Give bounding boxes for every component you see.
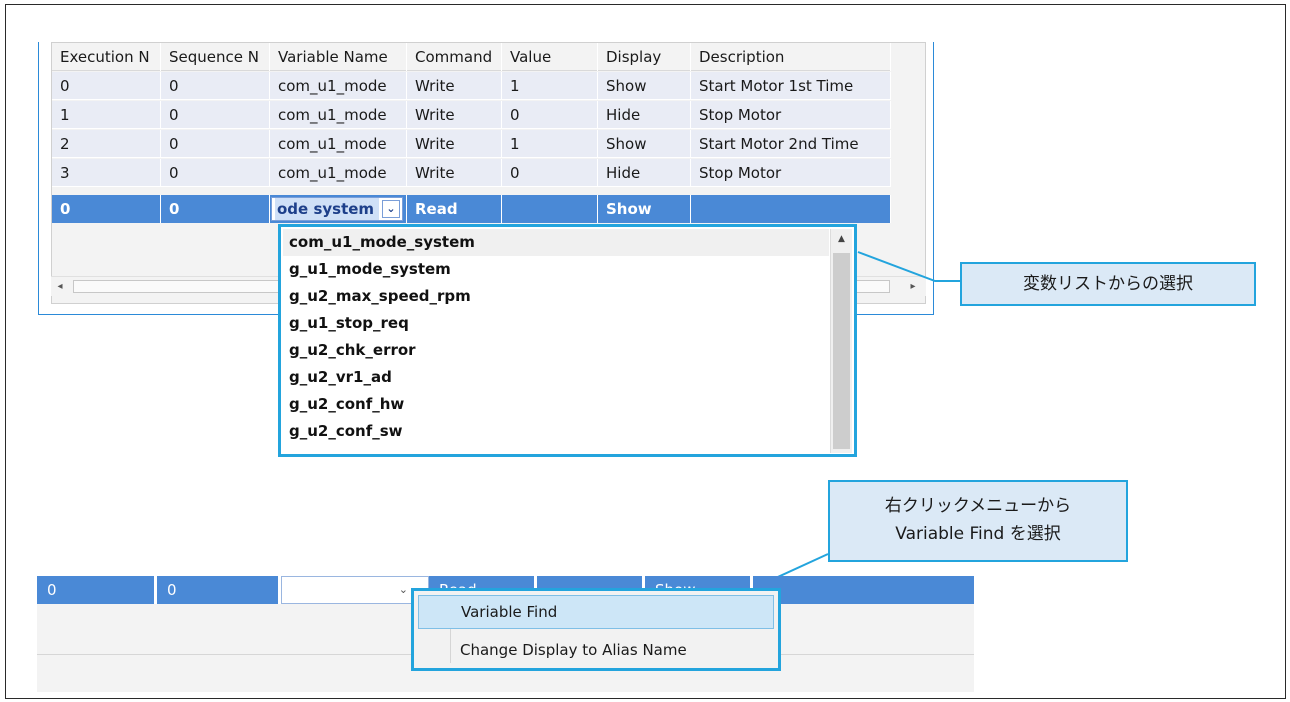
cell-command[interactable]: Read	[407, 195, 502, 223]
cell-variable-name[interactable]: com_u1_mode	[270, 159, 407, 187]
cell-display[interactable]: Hide	[598, 101, 691, 129]
cell-command[interactable]: Write	[407, 159, 502, 187]
cell-display[interactable]: Show	[598, 195, 691, 223]
scroll-right-icon[interactable]: ▸	[904, 278, 922, 296]
scrollbar-thumb[interactable]	[833, 253, 850, 449]
cell-execution[interactable]: 2	[52, 130, 161, 158]
menu-item-change-display-alias[interactable]: Change Display to Alias Name	[418, 633, 774, 667]
selected-table-row[interactable]: 0 0 ode system ⌄ Read Show	[52, 195, 891, 223]
column-header-execution[interactable]: Execution N	[52, 43, 161, 71]
table-row[interactable]: 0 0 com_u1_mode Write 1 Show Start Motor…	[52, 72, 891, 100]
cell-execution[interactable]: 0	[52, 195, 161, 223]
context-menu: Variable Find Change Display to Alias Na…	[411, 588, 781, 671]
cell-command[interactable]: Write	[407, 101, 502, 129]
cell-execution[interactable]: 0	[37, 576, 157, 604]
cell-command[interactable]: Write	[407, 72, 502, 100]
cell-display[interactable]: Hide	[598, 159, 691, 187]
callout-right-click-line2: Variable Find を選択	[895, 524, 1061, 544]
cell-description[interactable]: Stop Motor	[691, 159, 891, 187]
cell-value[interactable]: 1	[502, 130, 598, 158]
variable-name-combobox[interactable]: ode system ⌄	[271, 197, 403, 221]
callout-right-click-menu: 右クリックメニューから Variable Find を選択	[828, 480, 1128, 562]
cell-display[interactable]: Show	[598, 72, 691, 100]
dropdown-option[interactable]: g_u2_chk_error	[283, 337, 829, 364]
cell-value[interactable]: 0	[502, 159, 598, 187]
dropdown-option[interactable]: g_u1_stop_req	[283, 310, 829, 337]
cell-command[interactable]: Write	[407, 130, 502, 158]
cell-description[interactable]: Start Motor 1st Time	[691, 72, 891, 100]
variable-dropdown-list[interactable]: com_u1_mode_system g_u1_mode_system g_u2…	[278, 224, 857, 457]
dropdown-option[interactable]: com_u1_mode_system	[283, 229, 829, 256]
cell-execution[interactable]: 3	[52, 159, 161, 187]
scroll-up-icon[interactable]: ▲	[831, 229, 852, 249]
chevron-down-icon[interactable]: ⌄	[399, 577, 408, 603]
column-header-command[interactable]: Command	[407, 43, 502, 71]
callout-select-from-list: 変数リストからの選択	[960, 262, 1256, 306]
cell-sequence[interactable]: 0	[161, 195, 270, 223]
column-header-value[interactable]: Value	[502, 43, 598, 71]
cell-description[interactable]: Stop Motor	[691, 101, 891, 129]
cell-variable-name[interactable]: com_u1_mode	[270, 130, 407, 158]
grid-header-row: Execution N Sequence N Variable Name Com…	[52, 43, 891, 71]
cell-sequence[interactable]: 0	[157, 576, 281, 604]
column-header-variable-name[interactable]: Variable Name	[270, 43, 407, 71]
cell-sequence[interactable]: 0	[161, 101, 270, 129]
table-row[interactable]: 2 0 com_u1_mode Write 1 Show Start Motor…	[52, 130, 891, 158]
cell-display[interactable]: Show	[598, 130, 691, 158]
table-row[interactable]: 1 0 com_u1_mode Write 0 Hide Stop Motor	[52, 101, 891, 129]
variable-name-combobox-text[interactable]: ode system	[275, 198, 379, 220]
dropdown-option[interactable]: g_u1_mode_system	[283, 256, 829, 283]
variable-name-combobox[interactable]: ⌄	[281, 576, 429, 604]
cell-variable-name[interactable]: com_u1_mode	[270, 72, 407, 100]
dropdown-vertical-scrollbar[interactable]: ▲	[830, 229, 852, 453]
column-header-description[interactable]: Description	[691, 43, 891, 71]
cell-description[interactable]	[691, 195, 891, 223]
cell-execution[interactable]: 1	[52, 101, 161, 129]
chevron-down-icon[interactable]: ⌄	[382, 200, 400, 218]
menu-item-variable-find[interactable]: Variable Find	[418, 595, 774, 629]
dropdown-option[interactable]: g_u2_conf_hw	[283, 391, 829, 418]
cell-description[interactable]: Start Motor 2nd Time	[691, 130, 891, 158]
cell-sequence[interactable]: 0	[161, 130, 270, 158]
dropdown-option[interactable]: g_u2_conf_sw	[283, 418, 829, 445]
cell-sequence[interactable]: 0	[161, 159, 270, 187]
variable-dropdown-items: com_u1_mode_system g_u1_mode_system g_u2…	[283, 229, 829, 445]
cell-value[interactable]	[502, 195, 598, 223]
cell-value[interactable]: 0	[502, 101, 598, 129]
callout-right-click-line1: 右クリックメニューから	[884, 496, 1072, 516]
cell-value[interactable]: 1	[502, 72, 598, 100]
variable-name-combobox-cell[interactable]: ode system ⌄	[270, 195, 407, 223]
dropdown-option[interactable]: g_u2_vr1_ad	[283, 364, 829, 391]
column-header-sequence[interactable]: Sequence N	[161, 43, 270, 71]
column-header-display[interactable]: Display	[598, 43, 691, 71]
table-row[interactable]: 3 0 com_u1_mode Write 0 Hide Stop Motor	[52, 159, 891, 187]
callout-select-text: 変数リストからの選択	[1023, 274, 1193, 294]
scroll-left-icon[interactable]: ◂	[51, 278, 69, 296]
cell-execution[interactable]: 0	[52, 72, 161, 100]
cell-description[interactable]	[753, 576, 974, 604]
dropdown-option[interactable]: g_u2_max_speed_rpm	[283, 283, 829, 310]
cell-sequence[interactable]: 0	[161, 72, 270, 100]
cell-variable-name[interactable]: com_u1_mode	[270, 101, 407, 129]
